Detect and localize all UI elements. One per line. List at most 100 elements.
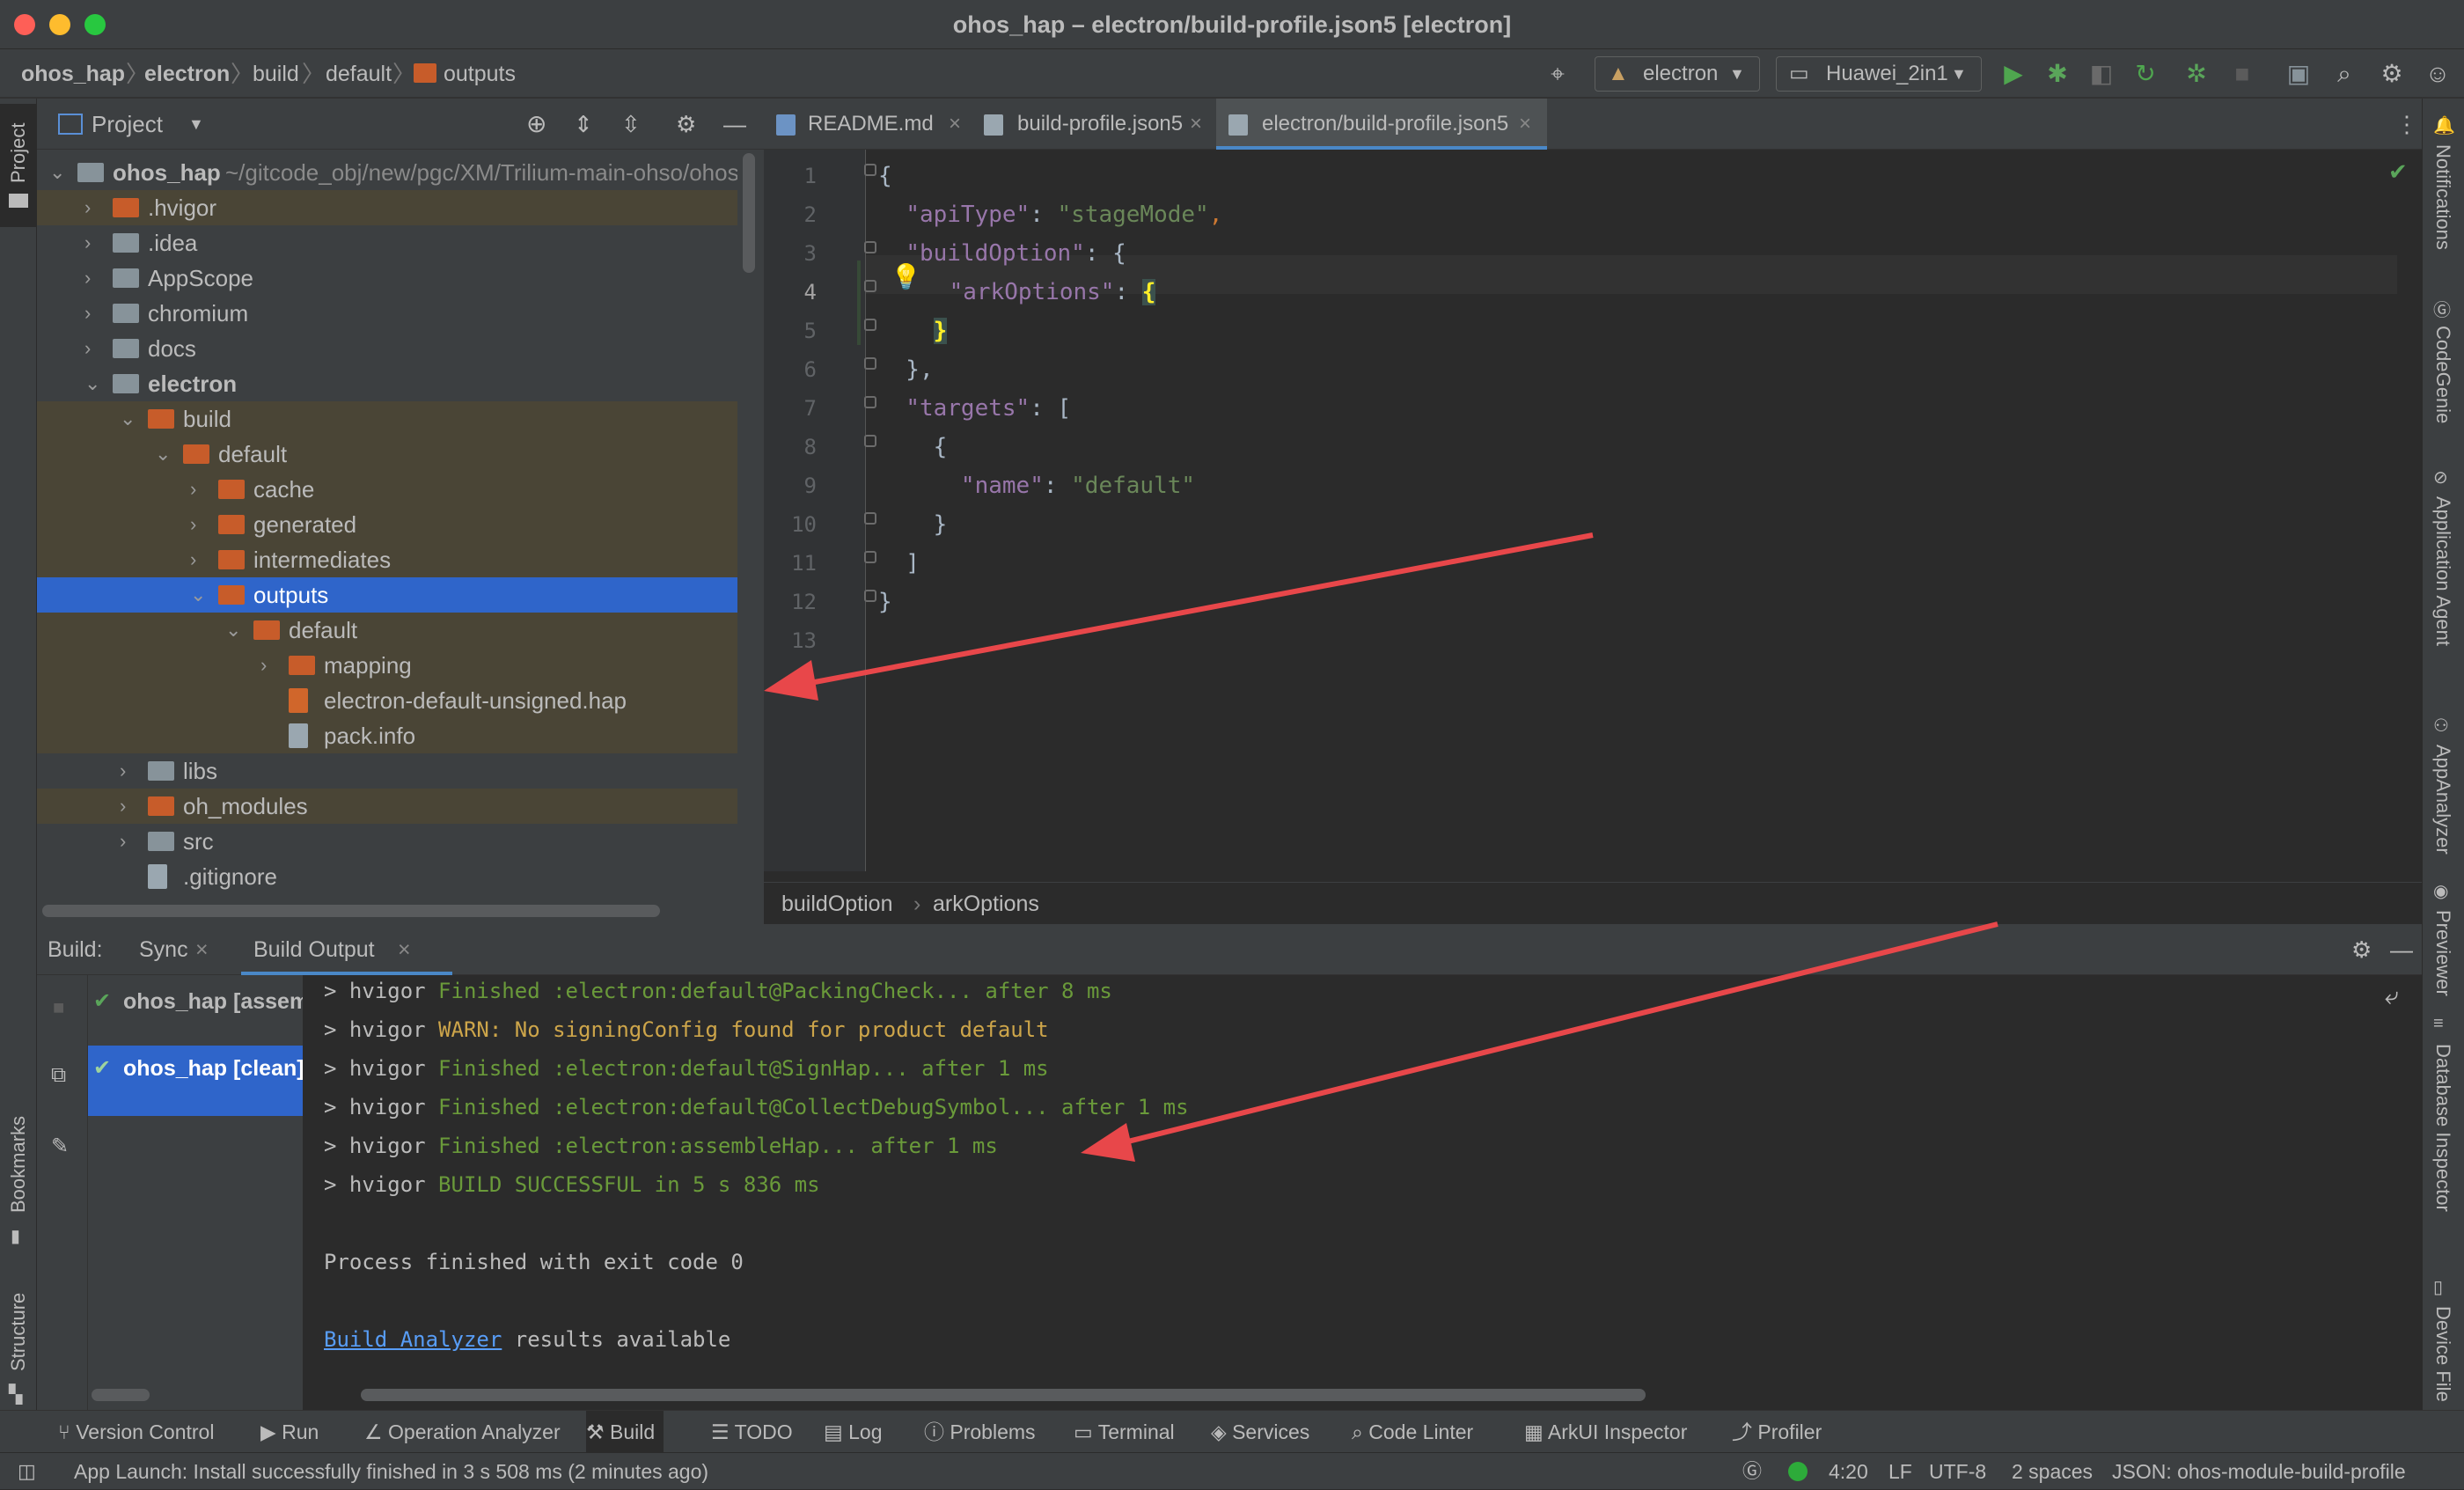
tree-item[interactable]: › cache (37, 472, 737, 507)
attach-debugger-icon[interactable]: ◧ (2086, 58, 2117, 90)
tree-item[interactable]: › AppScope (37, 261, 737, 296)
tree-item[interactable]: electron-default-unsigned.hap (37, 683, 737, 718)
indent-setting[interactable]: 2 spaces (2012, 1453, 2093, 1490)
close-tab-icon[interactable]: × (949, 99, 961, 150)
collapse-all-icon[interactable]: ⇳ (621, 99, 641, 150)
account-icon[interactable]: ☺ (2422, 58, 2453, 90)
chevron-right-icon[interactable]: › (190, 542, 208, 577)
tool-window-button[interactable]: ◈ Services (1211, 1411, 1309, 1453)
tree-item[interactable]: › generated (37, 507, 737, 542)
more-options-icon[interactable]: ⋮ (2395, 99, 2418, 150)
tree-item[interactable]: › .hvigor (37, 190, 737, 225)
breadcrumb-project[interactable]: ohos_hap (21, 49, 125, 99)
right-tool-button[interactable]: ⊘ Application Agent (2423, 466, 2464, 646)
build-analyzer-link[interactable]: Build Analyzer (324, 1327, 502, 1352)
tool-window-button[interactable]: ⓘ Problems (924, 1411, 1036, 1453)
chevron-down-icon[interactable]: ⌄ (225, 613, 243, 648)
tree-item[interactable]: pack.info (37, 718, 737, 753)
tree-item[interactable]: › oh_modules (37, 789, 737, 824)
console-horizontal-scrollbar[interactable] (361, 1389, 1646, 1401)
stop-icon[interactable]: ■ (2226, 58, 2258, 90)
tree-item[interactable]: ⌄ outputs (37, 577, 737, 613)
fold-marker-icon[interactable] (864, 241, 876, 253)
tab-sync[interactable]: Sync (139, 924, 188, 975)
build-console[interactable]: > hvigor Finished :electron:default@Pack… (303, 975, 2380, 1410)
select-opened-file-icon[interactable]: ⊕ (526, 99, 546, 150)
fold-marker-icon[interactable] (864, 590, 876, 602)
editor-breadcrumb-item[interactable]: buildOption (781, 883, 892, 925)
project-structure-icon[interactable]: ▣ (2283, 58, 2314, 90)
module-select[interactable]: ▲ electron ▼ (1595, 56, 1760, 92)
chevron-right-icon[interactable]: › (260, 648, 278, 683)
right-tool-button[interactable]: ▯ Device File (2423, 1276, 2464, 1402)
tool-window-button[interactable]: ▤ Log (824, 1411, 883, 1453)
build-task-item[interactable]: ✔ ohos_hap [clean] (88, 1046, 303, 1116)
chevron-right-icon[interactable]: › (190, 472, 208, 507)
debug-icon[interactable]: ✱ (2042, 58, 2073, 90)
breadcrumb-folder[interactable]: default (326, 49, 392, 99)
locate-target-icon[interactable]: ⌖ (1542, 58, 1573, 90)
rerun-icon[interactable]: ↻ (2130, 58, 2161, 90)
tree-item[interactable]: ⌄ default (37, 437, 737, 472)
tree-item[interactable]: ⌄ electron (37, 366, 737, 401)
line-separator[interactable]: LF (1888, 1453, 1912, 1490)
search-icon[interactable]: ⌕ (2328, 58, 2360, 90)
tree-item[interactable]: › docs (37, 331, 737, 366)
status-message[interactable]: App Launch: Install successfully finishe… (74, 1453, 708, 1490)
tree-item[interactable]: › mapping (37, 648, 737, 683)
right-tool-button[interactable]: ⚇ AppAnalyzer (2423, 715, 2464, 855)
chevron-right-icon[interactable]: › (84, 331, 102, 366)
tool-window-button[interactable]: ▭ Terminal (1074, 1411, 1175, 1453)
tree-root[interactable]: ⌄ ohos_hap ~/gitcode_obj/new/pgc/XM/Tril… (37, 155, 737, 190)
tree-horizontal-scrollbar[interactable] (42, 905, 660, 917)
chevron-down-icon[interactable]: ▼ (188, 99, 204, 150)
tree-item[interactable]: › .idea (37, 225, 737, 261)
chevron-right-icon[interactable]: › (120, 824, 137, 859)
tree-item[interactable]: › chromium (37, 296, 737, 331)
fold-marker-icon[interactable] (864, 319, 876, 331)
right-tool-button[interactable]: 🔔 Notifications (2423, 114, 2464, 250)
tree-item[interactable]: › intermediates (37, 542, 737, 577)
fold-marker-icon[interactable] (864, 512, 876, 525)
file-encoding[interactable]: UTF-8 (1929, 1453, 1986, 1490)
chevron-right-icon[interactable]: › (120, 789, 137, 824)
tree-item[interactable]: ⌄ default (37, 613, 737, 648)
hide-panel-icon[interactable]: — (723, 99, 746, 150)
chevron-right-icon[interactable]: › (84, 261, 102, 296)
caret-position[interactable]: 4:20 (1829, 1453, 1868, 1490)
close-tab-icon[interactable]: × (195, 924, 209, 975)
fold-marker-icon[interactable] (864, 435, 876, 447)
breadcrumb-folder[interactable]: outputs (444, 49, 516, 99)
task-tree-scrollbar[interactable] (92, 1389, 150, 1401)
breadcrumb-module[interactable]: electron (144, 49, 230, 99)
codegenie-status-icon[interactable]: Ⓖ (1742, 1453, 1762, 1490)
tool-window-button[interactable]: ▶ Run (260, 1411, 319, 1453)
project-view-title[interactable]: Project (92, 99, 163, 150)
device-select[interactable]: ▭ Huawei_2in1 ▼ (1776, 56, 1982, 92)
tab-build-output[interactable]: Build Output × (241, 924, 452, 975)
project-tool-button[interactable]: Project (0, 104, 37, 227)
right-tool-button[interactable]: ◉ Previewer (2423, 880, 2464, 996)
tree-item[interactable]: ⌄ build (37, 401, 737, 437)
tool-window-button[interactable]: ☰ TODO (711, 1411, 793, 1453)
stop-icon[interactable]: ■ (53, 996, 64, 1019)
tool-window-button[interactable]: ▦ ArkUI Inspector (1524, 1411, 1687, 1453)
chevron-down-icon[interactable]: ⌄ (155, 437, 172, 472)
chevron-down-icon[interactable]: ⌄ (84, 366, 102, 401)
settings-gear-icon[interactable]: ⚙ (2351, 924, 2372, 975)
chevron-right-icon[interactable]: › (84, 296, 102, 331)
build-task-item[interactable]: ✔ ohos_hap [assemble] (88, 982, 303, 1021)
tool-window-button[interactable]: ⑂ Version Control (58, 1411, 214, 1453)
close-tab-icon[interactable]: × (1519, 99, 1531, 150)
pin-icon[interactable]: ✎ (51, 1134, 69, 1159)
chevron-right-icon[interactable]: › (190, 507, 208, 542)
close-tab-icon[interactable]: × (1190, 99, 1202, 150)
settings-gear-icon[interactable]: ⚙ (676, 99, 696, 150)
tool-window-button[interactable]: ⚒ Build (586, 1411, 664, 1453)
expand-all-icon[interactable]: ⇕ (574, 99, 593, 150)
fold-marker-icon[interactable] (864, 396, 876, 408)
chevron-down-icon[interactable]: ⌄ (190, 577, 208, 613)
hide-panel-icon[interactable]: — (2390, 924, 2413, 975)
settings-gear-icon[interactable]: ⚙ (2376, 58, 2408, 90)
run-icon[interactable]: ▶ (1998, 58, 2029, 90)
